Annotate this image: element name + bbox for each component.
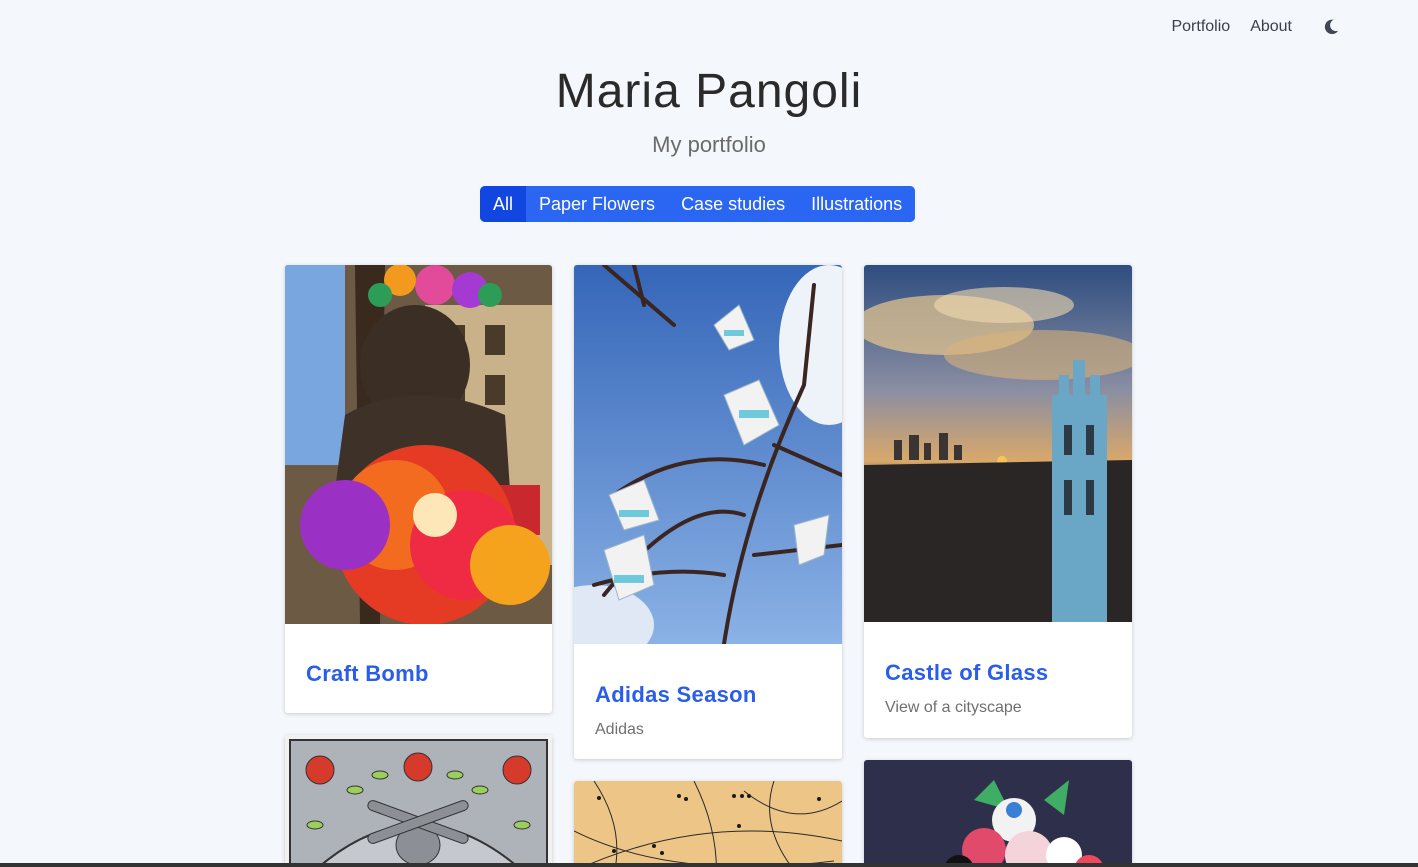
card-image [864, 760, 1132, 867]
filter-illustrations[interactable]: Illustrations [798, 186, 916, 222]
page-title: Maria Pangoli [555, 65, 863, 118]
card-image [574, 265, 842, 644]
filter-all[interactable]: All [480, 186, 527, 222]
category-filter: All Paper Flowers Case studies Illustrat… [480, 186, 916, 222]
card-subtitle: View of a cityscape [885, 699, 1022, 716]
portfolio-card[interactable] [285, 735, 552, 867]
nav-about-link[interactable]: About [1250, 18, 1292, 36]
card-image [864, 265, 1132, 622]
card-title[interactable]: Craft Bomb [306, 661, 429, 687]
top-nav: Portfolio About [1171, 16, 1342, 38]
moon-icon[interactable] [1320, 16, 1342, 38]
card-image [285, 265, 552, 624]
filter-case-studies[interactable]: Case studies [668, 186, 799, 222]
card-title[interactable]: Castle of Glass [885, 660, 1048, 686]
card-title[interactable]: Adidas Season [595, 682, 757, 708]
portfolio-card[interactable]: Castle of Glass View of a cityscape [864, 265, 1132, 738]
portfolio-card[interactable] [574, 781, 842, 867]
portfolio-card[interactable]: Adidas Season Adidas [574, 265, 842, 759]
card-image [285, 735, 552, 867]
portfolio-card[interactable] [864, 760, 1132, 867]
window-bottom-edge [0, 863, 1418, 867]
page-subtitle: My portfolio [652, 132, 766, 157]
portfolio-card[interactable]: Craft Bomb [285, 265, 552, 713]
card-image [574, 781, 842, 867]
nav-portfolio-link[interactable]: Portfolio [1171, 18, 1230, 36]
card-subtitle: Adidas [595, 721, 644, 738]
filter-paper-flowers[interactable]: Paper Flowers [526, 186, 669, 222]
